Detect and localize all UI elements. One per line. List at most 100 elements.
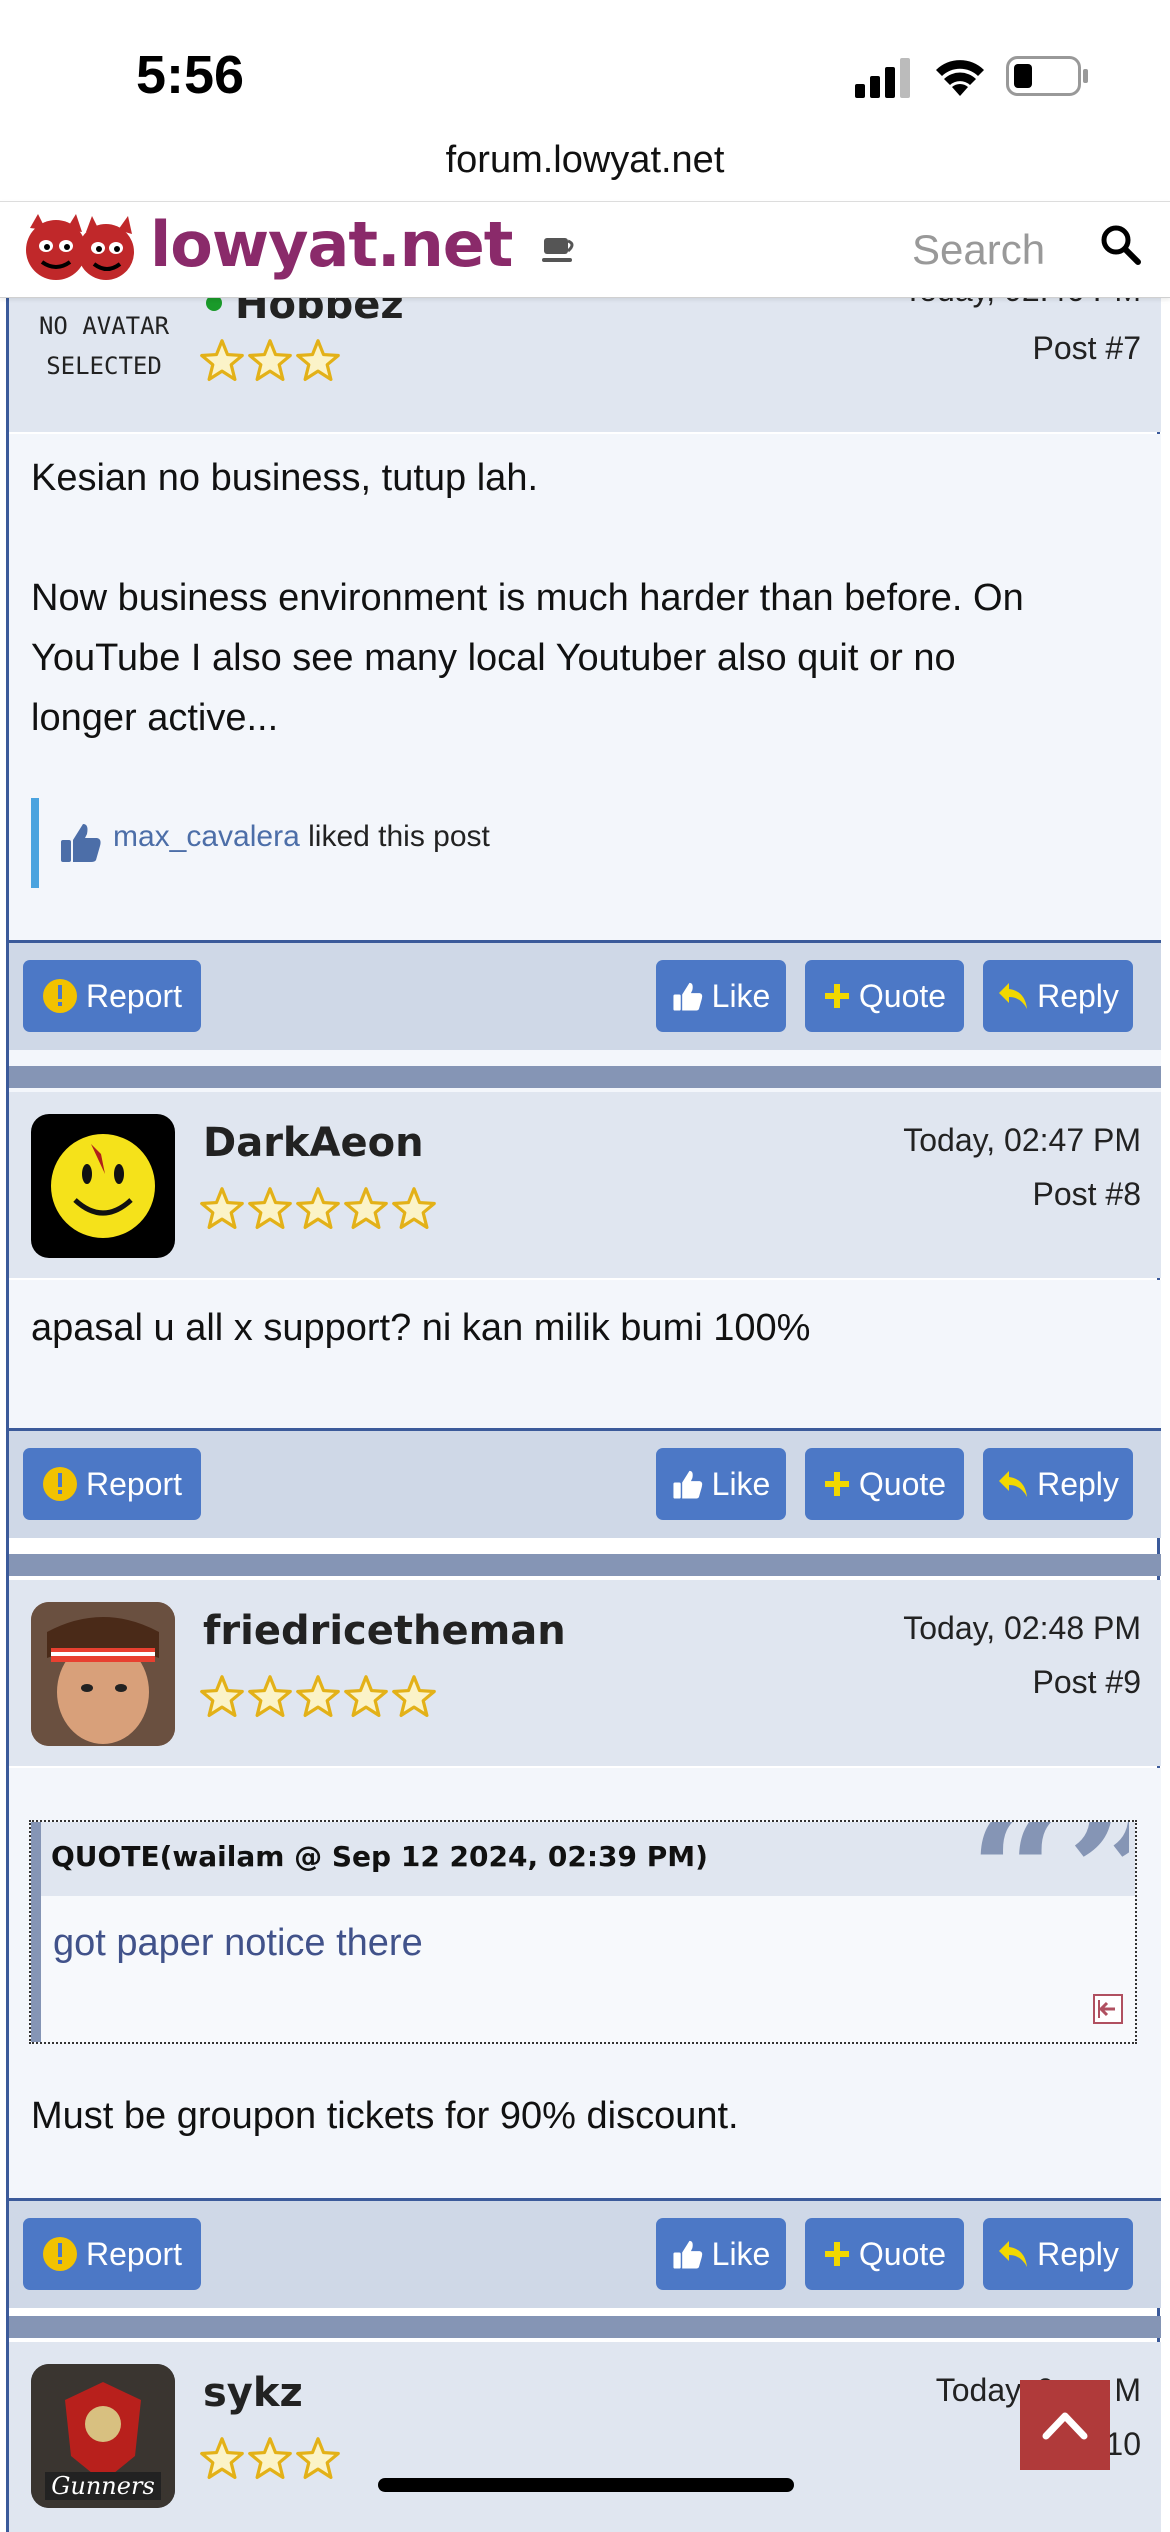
like-label: Like [711, 1465, 771, 1502]
post-action-bar: Report Like Quote Reply [9, 940, 1161, 1050]
post-number[interactable]: Post #8 [1032, 1176, 1141, 1213]
post-text-line: Now business environment is much harder … [31, 577, 1024, 619]
quote-button[interactable]: Quote [805, 2218, 964, 2290]
star-icon [248, 1675, 292, 1718]
username[interactable]: DarkAeon [203, 1120, 424, 1166]
post-text-line: YouTube I also see many local Youtuber a… [31, 637, 956, 679]
post-time: Today, 02:47 PM [903, 1122, 1141, 1158]
search-icon[interactable] [1100, 224, 1142, 266]
username[interactable]: friedricetheman [203, 1608, 566, 1654]
rating-stars [199, 338, 341, 384]
status-time: 5:56 [136, 45, 245, 105]
star-icon [392, 1675, 436, 1718]
scroll-to-top-button[interactable] [1020, 2380, 1110, 2470]
post-text: Kesian no business, tutup lah. Now busin… [31, 448, 1141, 748]
thumbs-up-icon [673, 1470, 702, 1499]
star-icon [248, 339, 292, 382]
search-input[interactable]: Search [912, 226, 1045, 274]
quote-label: Quote [858, 2235, 947, 2272]
report-label: Report [85, 977, 183, 1014]
post-time: Today, 02:46 PM [903, 298, 1141, 309]
likes-line: max_cavalera liked this post [113, 820, 490, 854]
plus-icon [824, 1472, 849, 1496]
post-header: friedricetheman Today, 02:48 PM Post #9 [9, 1580, 1161, 1766]
star-icon [200, 339, 244, 382]
star-icon [248, 2437, 292, 2480]
like-button[interactable]: Like [656, 2218, 786, 2290]
star-icon [296, 1187, 340, 1230]
avatar[interactable] [31, 1114, 175, 1258]
site-logo-text[interactable]: lowyat.net [150, 208, 513, 281]
quote-header: QUOTE(wailam @ Sep 12 2024, 02:39 PM) [51, 1840, 708, 1873]
reply-button[interactable]: Reply [983, 960, 1133, 1032]
status-bar: 5:56 [0, 0, 1170, 140]
star-icon [200, 1187, 244, 1230]
star-icon [296, 339, 340, 382]
star-icon [296, 1675, 340, 1718]
star-icon [392, 1187, 436, 1230]
quote-block: QUOTE(wailam @ Sep 12 2024, 02:39 PM) “”… [29, 1820, 1137, 2044]
online-indicator-icon [206, 298, 222, 311]
forum-thread: NO AVATAR SELECTED Hobbez Today, 02:46 P… [0, 298, 1170, 2532]
liked-suffix: liked this post [308, 820, 490, 853]
reply-label: Reply [1037, 1465, 1119, 1502]
post-text-line: longer active... [31, 697, 279, 739]
liked-by-user-link[interactable]: max_cavalera [113, 820, 300, 853]
like-label: Like [711, 977, 771, 1014]
like-indicator-bar [31, 798, 39, 888]
reply-button[interactable]: Reply [983, 2218, 1133, 2290]
post-action-bar: Report Like Quote Reply [9, 1428, 1161, 1538]
post-header: Gunners sykz Today, 0M P10 [9, 2342, 1161, 2532]
avatar[interactable] [31, 1602, 175, 1746]
lowyat-devil-logo-icon[interactable] [22, 210, 142, 288]
no-avatar-placeholder: NO AVATAR SELECTED [29, 306, 179, 386]
signal-icon [855, 58, 910, 98]
thumbs-up-icon [61, 824, 101, 862]
post-body: apasal u all x support? ni kan milik bum… [9, 1280, 1161, 1430]
plus-icon [824, 2242, 849, 2266]
quote-text: got paper notice there [53, 1922, 423, 1964]
username[interactable]: sykz [203, 2370, 303, 2416]
post-separator [9, 2316, 1161, 2338]
reply-arrow-icon [999, 983, 1028, 1009]
quote-marks-icon: “” [969, 1822, 1129, 1906]
post-time-end: M [1114, 2372, 1141, 2408]
avatar-caption: Gunners [51, 2472, 155, 2500]
address-bar[interactable]: forum.lowyat.net [0, 130, 1170, 200]
post-header: NO AVATAR SELECTED Hobbez Today, 02:46 P… [9, 298, 1161, 432]
report-icon [42, 979, 77, 1013]
post-text-line: apasal u all x support? ni kan milik bum… [31, 1307, 811, 1349]
star-icon [344, 1187, 388, 1230]
reply-button[interactable]: Reply [983, 1448, 1133, 1520]
svg-text:“”: “” [969, 1822, 1129, 1906]
url-text: forum.lowyat.net [445, 139, 725, 181]
report-button[interactable]: Report [23, 2218, 201, 2290]
post-number-end: 10 [1105, 2426, 1141, 2462]
no-avatar-text-1: NO AVATAR [38, 312, 170, 340]
gunners-crest-avatar-image: Gunners [31, 2364, 175, 2508]
report-button[interactable]: Report [23, 1448, 201, 1520]
report-label: Report [85, 2235, 183, 2272]
post-text-line: Kesian no business, tutup lah. [31, 457, 539, 499]
post-body: QUOTE(wailam @ Sep 12 2024, 02:39 PM) “”… [9, 1768, 1161, 2198]
wifi-icon [936, 60, 984, 96]
post-number[interactable]: Post #7 [1032, 330, 1141, 367]
avatar[interactable]: Gunners [31, 2364, 175, 2508]
username[interactable]: Hobbez [235, 298, 404, 328]
coffee-cup-icon[interactable] [540, 232, 580, 266]
rating-stars [199, 2436, 341, 2482]
quote-button[interactable]: Quote [805, 1448, 964, 1520]
report-icon [42, 1467, 77, 1501]
like-label: Like [711, 2235, 771, 2272]
report-button[interactable]: Report [23, 960, 201, 1032]
like-button[interactable]: Like [656, 960, 786, 1032]
like-button[interactable]: Like [656, 1448, 786, 1520]
post-action-bar: Report Like Quote Reply [9, 2198, 1161, 2308]
post-text-line: Must be groupon tickets for 90% discount… [31, 2095, 739, 2137]
battery-icon [1006, 56, 1088, 96]
post-number[interactable]: Post #9 [1032, 1664, 1141, 1701]
post-separator [9, 1066, 1161, 1088]
view-source-post-icon[interactable] [1093, 1994, 1123, 2024]
quote-button[interactable]: Quote [805, 960, 964, 1032]
rating-stars [199, 1186, 437, 1232]
